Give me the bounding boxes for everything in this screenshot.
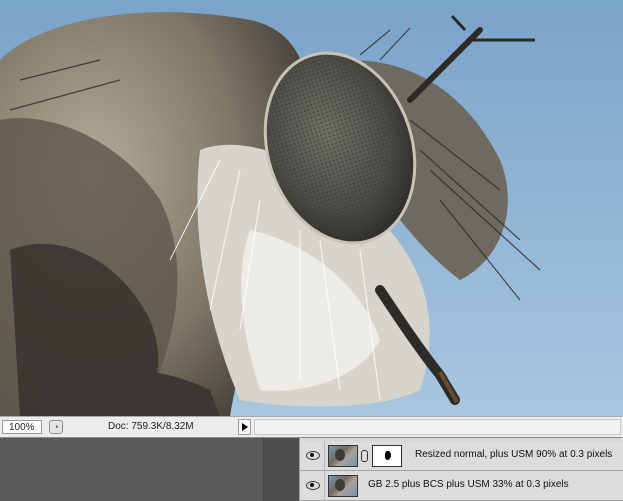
- layer-name[interactable]: Resized normal, plus USM 90% at 0.3 pixe…: [415, 449, 612, 460]
- status-bar: 100% ◔ Doc: 759.3K/8.32M: [0, 416, 623, 438]
- eye-visibility-icon[interactable]: [304, 448, 322, 462]
- link-icon[interactable]: [361, 450, 368, 462]
- horizontal-scrollbar[interactable]: [254, 419, 621, 435]
- layers-panel: Resized normal, plus USM 90% at 0.3 pixe…: [299, 438, 623, 501]
- layer-row[interactable]: Resized normal, plus USM 90% at 0.3 pixe…: [300, 441, 623, 471]
- layer-name[interactable]: GB 2.5 plus BCS plus USM 33% at 0.3 pixe…: [368, 479, 569, 490]
- panel-divider: [263, 438, 299, 501]
- layer-row[interactable]: GB 2.5 plus BCS plus USM 33% at 0.3 pixe…: [300, 471, 623, 501]
- layer-mask-thumbnail[interactable]: [372, 445, 402, 467]
- zoom-options-icon[interactable]: ◔: [49, 420, 63, 434]
- zoom-input[interactable]: 100%: [2, 420, 42, 434]
- eye-visibility-icon[interactable]: [304, 478, 322, 492]
- workspace-background: [0, 438, 263, 501]
- separator: [324, 471, 325, 500]
- document-size-info: Doc: 759.3K/8.32M: [108, 421, 194, 432]
- layer-thumbnail[interactable]: [328, 475, 358, 497]
- robber-fly-photo: [0, 0, 623, 416]
- layer-thumbnail[interactable]: [328, 445, 358, 467]
- image-canvas[interactable]: [0, 0, 623, 416]
- separator: [324, 441, 325, 470]
- status-menu-arrow-icon[interactable]: [238, 419, 251, 435]
